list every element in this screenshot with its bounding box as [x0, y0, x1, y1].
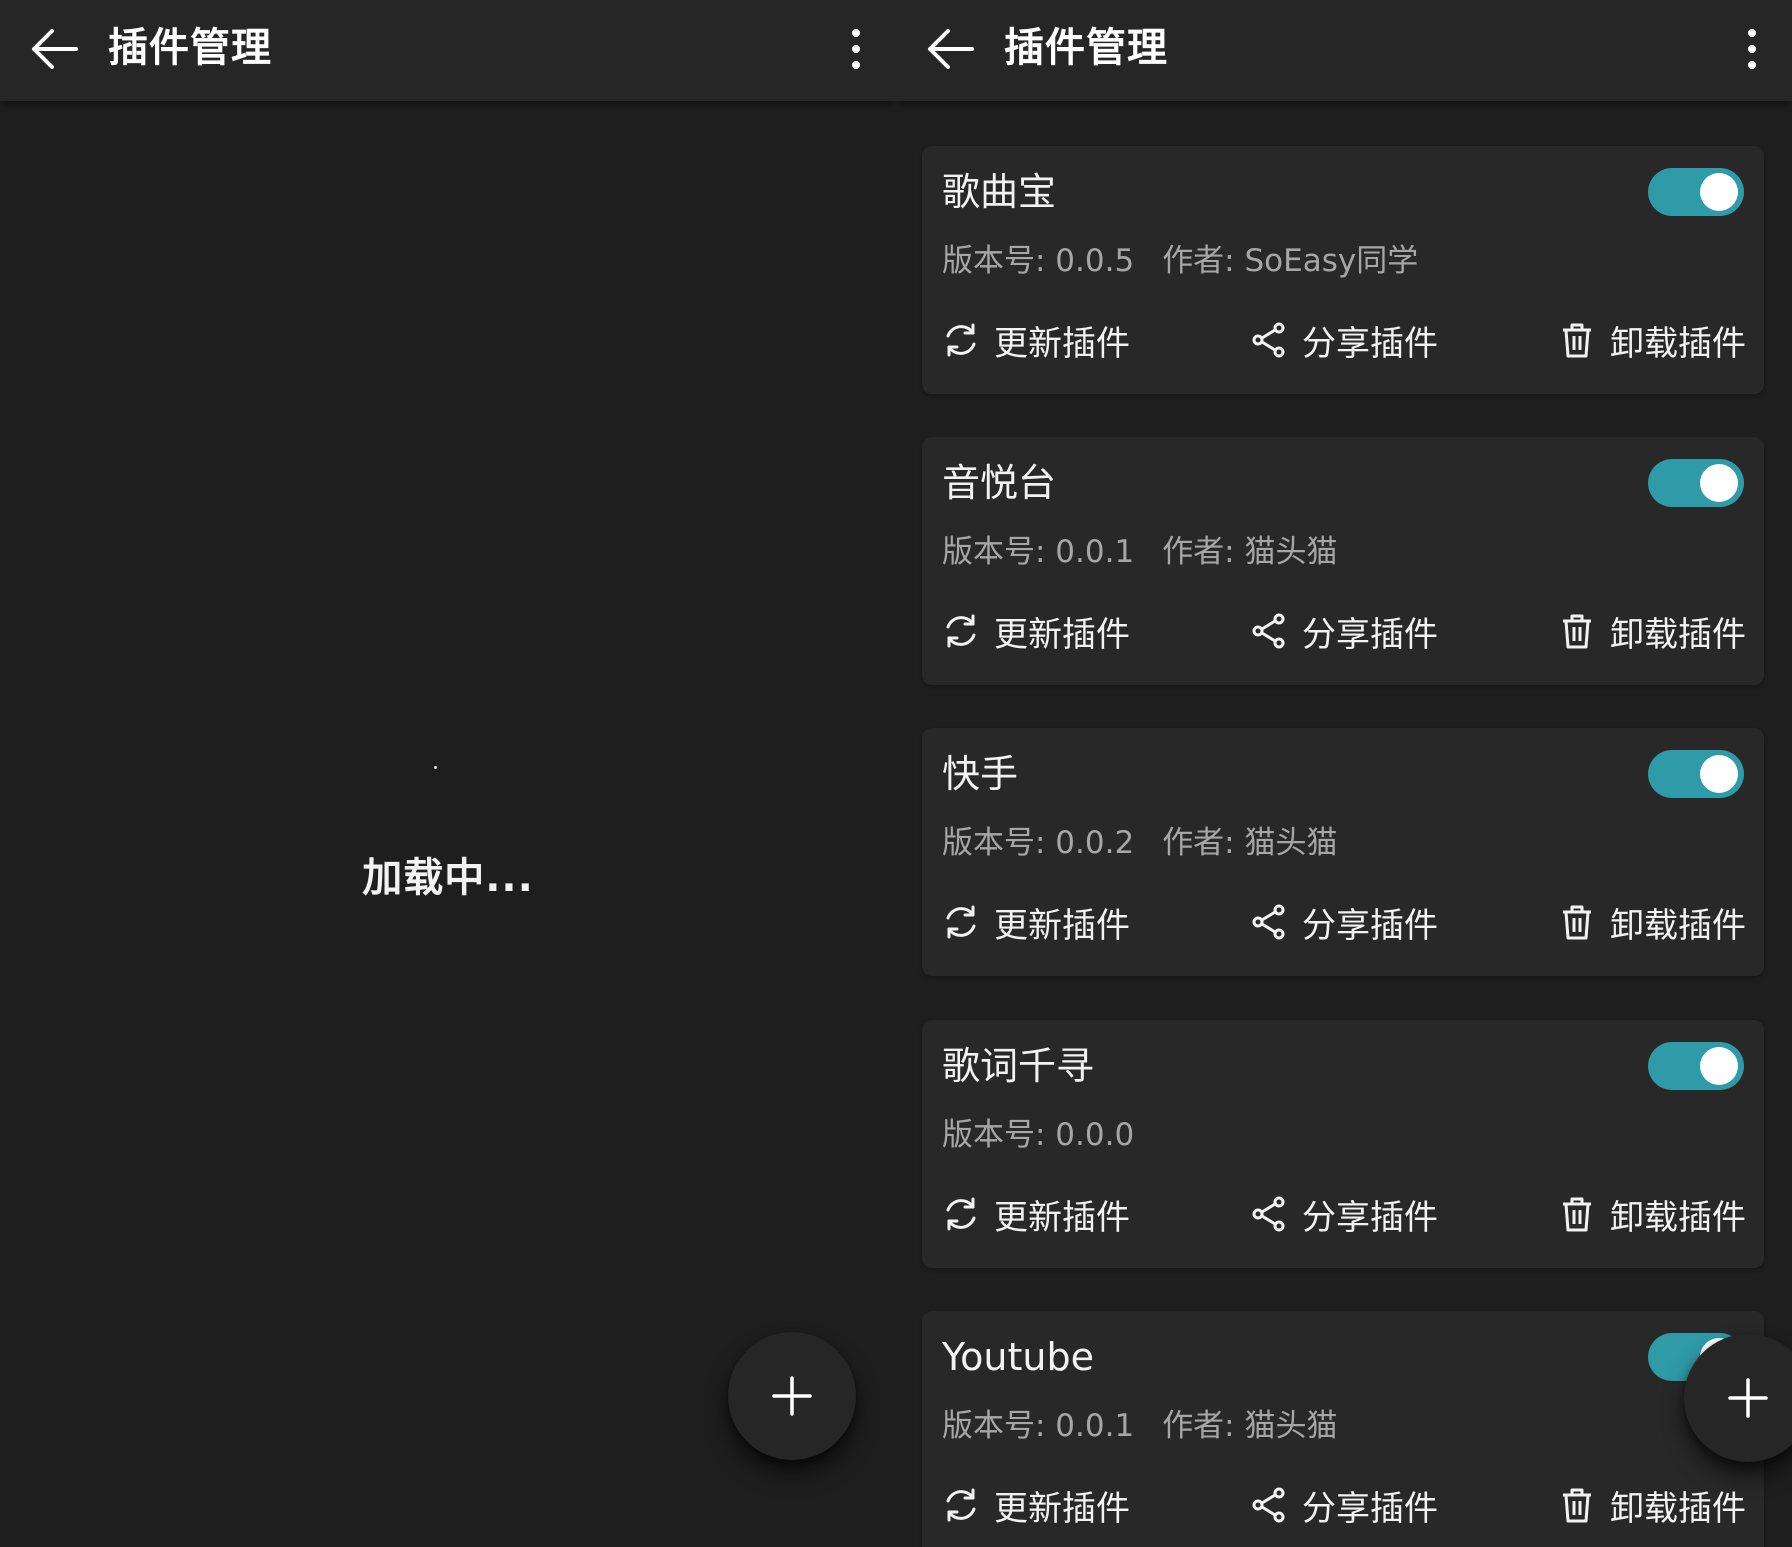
add-plugin-button[interactable]: [728, 1332, 856, 1460]
share-icon: [1252, 904, 1285, 940]
plugin-name: 音悦台: [942, 461, 1057, 505]
uninstall-plugin-label: 卸载插件: [1610, 614, 1746, 655]
plus-icon: [772, 1376, 812, 1416]
plugin-enable-toggle[interactable]: [1648, 750, 1744, 798]
uninstall-plugin-label: 卸载插件: [1610, 1197, 1746, 1238]
uninstall-plugin-label: 卸载插件: [1610, 905, 1746, 946]
back-button[interactable]: [922, 24, 978, 74]
plugin-author: 作者: 猫头猫: [1162, 534, 1338, 570]
arrow-left-icon: [32, 29, 78, 69]
top-bar: 插件管理: [0, 0, 896, 101]
uninstall-plugin-button[interactable]: 卸载插件: [1558, 896, 1746, 948]
share-icon: [1252, 322, 1285, 358]
plugin-card: 音悦台 版本号: 0.0.1 作者: 猫头猫 更新插件 分享插件 卸载插件: [922, 437, 1764, 685]
plugin-version: 版本号: 0.0.2: [942, 825, 1135, 861]
right-screen: 插件管理 歌曲宝 版本号: 0.0.5 作者: SoEasy同学 更新插件 分享插…: [896, 0, 1792, 1547]
share-plugin-label: 分享插件: [1302, 905, 1438, 946]
arrow-left-icon: [928, 29, 974, 69]
share-plugin-button[interactable]: 分享插件: [1250, 1188, 1438, 1240]
left-screen: 插件管理 加载中...: [0, 0, 896, 1547]
plugin-author: 作者: SoEasy同学: [1162, 243, 1419, 279]
refresh-icon: [946, 614, 976, 648]
trash-icon: [1563, 1197, 1591, 1232]
toggle-knob: [1700, 173, 1738, 211]
toggle-knob: [1700, 464, 1738, 502]
plugin-version: 版本号: 0.0.0: [942, 1117, 1135, 1153]
plugin-meta: 版本号: 0.0.5 作者: SoEasy同学: [942, 238, 1418, 284]
uninstall-plugin-button[interactable]: 卸载插件: [1558, 1188, 1746, 1240]
page-title: 插件管理: [1004, 25, 1168, 71]
refresh-icon: [946, 1488, 976, 1522]
update-plugin-label: 更新插件: [994, 1197, 1130, 1238]
update-plugin-label: 更新插件: [994, 1488, 1130, 1529]
plugin-version: 版本号: 0.0.1: [942, 534, 1135, 570]
trash-icon: [1563, 614, 1591, 649]
uninstall-plugin-label: 卸载插件: [1610, 1488, 1746, 1529]
plugin-meta: 版本号: 0.0.2 作者: 猫头猫: [942, 820, 1338, 866]
plugin-author: 作者: 猫头猫: [1162, 1408, 1338, 1444]
plugin-enable-toggle[interactable]: [1648, 459, 1744, 507]
share-icon: [1252, 1487, 1285, 1523]
share-plugin-label: 分享插件: [1302, 323, 1438, 364]
page-title: 插件管理: [108, 25, 272, 71]
refresh-icon: [946, 323, 976, 357]
plugin-meta: 版本号: 0.0.1 作者: 猫头猫: [942, 529, 1338, 575]
plugin-card: 歌词千寻 版本号: 0.0.0 更新插件 分享插件 卸载插件: [922, 1020, 1764, 1268]
trash-icon: [1563, 1488, 1591, 1523]
plugin-name: 歌词千寻: [942, 1044, 1095, 1088]
share-icon: [1252, 1196, 1285, 1232]
more-vertical-icon: [1748, 29, 1756, 69]
update-plugin-label: 更新插件: [994, 323, 1130, 364]
update-plugin-label: 更新插件: [994, 614, 1130, 655]
uninstall-plugin-button[interactable]: 卸载插件: [1558, 1479, 1746, 1531]
plugin-enable-toggle[interactable]: [1648, 168, 1744, 216]
share-plugin-label: 分享插件: [1302, 614, 1438, 655]
share-plugin-label: 分享插件: [1302, 1197, 1438, 1238]
share-plugin-button[interactable]: 分享插件: [1250, 896, 1438, 948]
toggle-knob: [1700, 1047, 1738, 1085]
plugin-version: 版本号: 0.0.1: [942, 1408, 1135, 1444]
update-plugin-button[interactable]: 更新插件: [942, 605, 1130, 657]
loading-text: 加载中...: [362, 855, 534, 901]
refresh-icon: [946, 905, 976, 939]
plugin-card: Youtube 版本号: 0.0.1 作者: 猫头猫 更新插件 分享插件 卸载插件: [922, 1311, 1764, 1547]
top-bar: 插件管理: [896, 0, 1792, 101]
trash-icon: [1563, 323, 1591, 358]
update-plugin-button[interactable]: 更新插件: [942, 314, 1130, 366]
plugin-meta: 版本号: 0.0.0: [942, 1112, 1134, 1158]
update-plugin-button[interactable]: 更新插件: [942, 1188, 1130, 1240]
plugin-meta: 版本号: 0.0.1 作者: 猫头猫: [942, 1403, 1338, 1449]
share-plugin-label: 分享插件: [1302, 1488, 1438, 1529]
update-plugin-button[interactable]: 更新插件: [942, 1479, 1130, 1531]
plugin-author: 作者: 猫头猫: [1162, 825, 1338, 861]
plugin-name: 快手: [942, 752, 1019, 796]
more-vertical-icon: [852, 29, 860, 69]
plugin-name: Youtube: [942, 1335, 1094, 1379]
plugin-name: 歌曲宝: [942, 170, 1057, 214]
share-plugin-button[interactable]: 分享插件: [1250, 605, 1438, 657]
plugin-version: 版本号: 0.0.5: [942, 243, 1135, 279]
uninstall-plugin-button[interactable]: 卸载插件: [1558, 314, 1746, 366]
update-plugin-button[interactable]: 更新插件: [942, 896, 1130, 948]
share-plugin-button[interactable]: 分享插件: [1250, 1479, 1438, 1531]
refresh-icon: [946, 1197, 976, 1231]
plugin-card: 歌曲宝 版本号: 0.0.5 作者: SoEasy同学 更新插件 分享插件 卸载插…: [922, 146, 1764, 394]
update-plugin-label: 更新插件: [994, 905, 1130, 946]
more-options-button[interactable]: [1740, 26, 1764, 72]
loading-indicator: [434, 766, 437, 769]
trash-icon: [1563, 905, 1591, 940]
plugin-card: 快手 版本号: 0.0.2 作者: 猫头猫 更新插件 分享插件 卸载插件: [922, 728, 1764, 976]
plus-icon: [1728, 1378, 1768, 1418]
share-icon: [1252, 613, 1285, 649]
uninstall-plugin-button[interactable]: 卸载插件: [1558, 605, 1746, 657]
plugin-enable-toggle[interactable]: [1648, 1042, 1744, 1090]
back-button[interactable]: [26, 24, 82, 74]
uninstall-plugin-label: 卸载插件: [1610, 323, 1746, 364]
more-options-button[interactable]: [844, 26, 868, 72]
share-plugin-button[interactable]: 分享插件: [1250, 314, 1438, 366]
toggle-knob: [1700, 755, 1738, 793]
